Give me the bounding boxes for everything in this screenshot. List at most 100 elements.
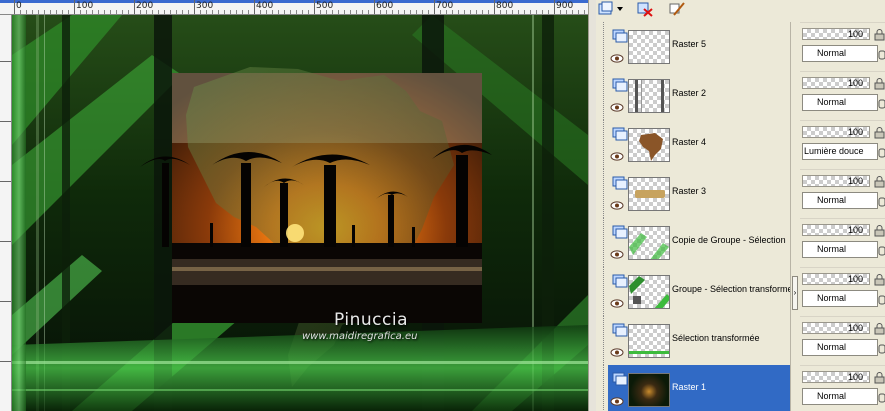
blend-mode-select[interactable]: Normal	[802, 388, 878, 405]
ruler-minor-tick	[482, 10, 483, 14]
link-icon[interactable]	[878, 195, 885, 207]
lock-icon[interactable]	[874, 273, 885, 286]
layer-row[interactable]: Groupe - Sélection transforme	[603, 267, 790, 316]
layer-row[interactable]: Raster 1	[603, 365, 790, 411]
visibility-eye-icon[interactable]	[610, 246, 624, 259]
opacity-slider[interactable]: 100	[802, 224, 870, 236]
raster-layer-icon	[612, 78, 628, 92]
tree-line	[603, 169, 604, 218]
link-icon[interactable]	[878, 293, 885, 305]
layers-toolbar	[596, 0, 885, 22]
visibility-eye-icon[interactable]	[610, 295, 624, 308]
tree-line	[603, 22, 604, 71]
ruler-minor-tick	[32, 10, 33, 14]
ruler-minor-tick	[68, 10, 69, 14]
opacity-slider[interactable]: 100	[802, 175, 870, 187]
row-separator	[800, 267, 885, 268]
blend-mode-select[interactable]: Normal	[802, 241, 878, 258]
delete-layer-icon[interactable]	[636, 0, 654, 18]
row-separator	[800, 365, 885, 366]
artist-signature: Pinuccia	[334, 310, 408, 330]
opacity-slider[interactable]: 100	[802, 77, 870, 89]
ruler-minor-tick	[212, 10, 213, 14]
lock-icon[interactable]	[874, 175, 885, 188]
link-icon[interactable]	[878, 244, 885, 256]
ruler-minor-tick	[392, 10, 393, 14]
ruler-minor-tick	[422, 10, 423, 14]
layer-name: Raster 5	[672, 39, 707, 49]
ruler-label: 400	[256, 1, 274, 11]
opacity-slider[interactable]: 100	[802, 273, 870, 285]
layer-row[interactable]: Sélection transformée	[603, 316, 790, 365]
ruler-minor-tick	[50, 10, 51, 14]
link-icon[interactable]	[878, 48, 885, 60]
layer-row[interactable]: Raster 3	[603, 169, 790, 218]
row-separator	[800, 71, 885, 72]
dropdown-arrow-icon[interactable]	[616, 0, 624, 18]
layer-name: Raster 1	[672, 382, 707, 392]
lock-icon[interactable]	[874, 371, 885, 384]
layer-properties-column: 100 Normal 100 Normal 100 Lumière douce 100 Nor…	[800, 22, 885, 411]
new-layer-icon[interactable]	[598, 0, 614, 18]
link-icon[interactable]	[878, 97, 885, 109]
lock-icon[interactable]	[874, 224, 885, 237]
ruler-minor-tick	[248, 10, 249, 14]
lock-icon[interactable]	[874, 77, 885, 90]
ruler-minor-tick	[476, 10, 477, 14]
ruler-minor-tick	[170, 10, 171, 14]
panel-splitter[interactable]: ›	[790, 22, 798, 411]
visibility-eye-icon[interactable]	[610, 393, 624, 406]
ruler-minor-tick	[488, 10, 489, 14]
visibility-eye-icon[interactable]	[610, 197, 624, 210]
layer-name: Raster 2	[672, 88, 707, 98]
row-separator	[800, 169, 885, 170]
opacity-slider[interactable]: 100	[802, 371, 870, 383]
link-icon[interactable]	[878, 342, 885, 354]
layer-thumbnail	[628, 177, 670, 211]
blend-mode-select[interactable]: Normal	[802, 290, 878, 307]
splitter-arrow-icon[interactable]: ›	[792, 276, 798, 310]
ruler-minor-tick	[146, 10, 147, 14]
layer-properties-row: 100 Normal	[800, 218, 885, 267]
opacity-slider[interactable]: 100	[802, 126, 870, 138]
ruler-minor-tick	[116, 10, 117, 14]
lock-icon[interactable]	[874, 322, 885, 335]
edit-mask-icon[interactable]	[668, 0, 686, 18]
ruler-minor-tick	[218, 10, 219, 14]
layer-thumbnail	[628, 324, 670, 358]
layer-properties-row: 100 Normal	[800, 267, 885, 316]
lock-icon[interactable]	[874, 28, 885, 41]
link-icon[interactable]	[878, 146, 885, 158]
visibility-eye-icon[interactable]	[610, 344, 624, 357]
layer-row[interactable]: Raster 4	[603, 120, 790, 169]
layer-row[interactable]: Raster 2	[603, 71, 790, 120]
layers-palette: Raster 5 Raster 2 Raster 4 Raster 3 Copie de…	[596, 0, 885, 411]
layer-thumbnail	[628, 128, 670, 162]
blend-mode-select[interactable]: Normal	[802, 94, 878, 111]
ruler-label: 200	[136, 1, 154, 11]
layer-thumbnail	[628, 79, 670, 113]
link-icon[interactable]	[878, 391, 885, 403]
ruler-minor-tick	[80, 10, 81, 14]
opacity-slider[interactable]: 100	[802, 28, 870, 40]
raster-layer-icon	[612, 176, 628, 190]
lock-icon[interactable]	[874, 126, 885, 139]
blend-mode-select[interactable]: Normal	[802, 339, 878, 356]
ruler-minor-tick	[542, 10, 543, 14]
visibility-eye-icon[interactable]	[610, 50, 624, 63]
blend-mode-select[interactable]: Normal	[802, 192, 878, 209]
image-canvas[interactable]: Pinuccia www.maidiregrafica.eu	[12, 15, 588, 411]
visibility-eye-icon[interactable]	[610, 99, 624, 112]
ruler-minor-tick	[524, 10, 525, 14]
ruler-tick	[254, 0, 255, 14]
canvas-vertical-scrollbar[interactable]	[588, 0, 596, 411]
layer-row[interactable]: Copie de Groupe - Sélection	[603, 218, 790, 267]
blend-mode-select[interactable]: Lumière douce	[802, 143, 878, 160]
blend-mode-select[interactable]: Normal	[802, 45, 878, 62]
ruler-minor-tick	[416, 10, 417, 14]
visibility-eye-icon[interactable]	[610, 148, 624, 161]
ruler-minor-tick	[512, 10, 513, 14]
layer-name: Sélection transformée	[672, 333, 760, 343]
opacity-slider[interactable]: 100	[802, 322, 870, 334]
layer-row[interactable]: Raster 5	[603, 22, 790, 71]
